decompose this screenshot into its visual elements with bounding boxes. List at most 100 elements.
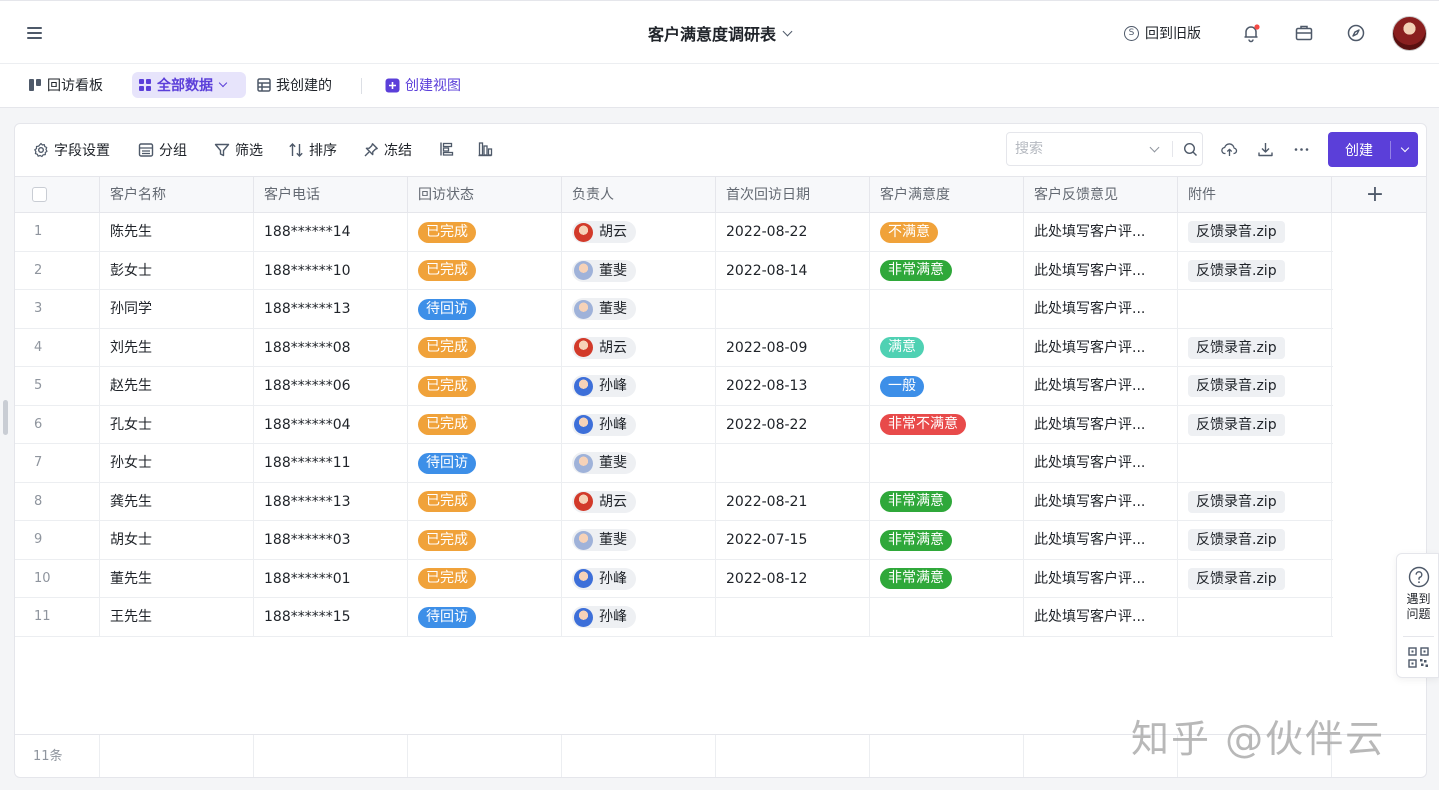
table-row[interactable]: 7 孙女士 188******11 待回访 董斐 此处填写客户评...: [15, 444, 1333, 483]
header-attachment[interactable]: 附件: [1178, 177, 1332, 213]
table-cell[interactable]: [870, 598, 1024, 636]
table-cell[interactable]: 胡云: [562, 482, 716, 521]
table-cell[interactable]: 董斐: [562, 521, 716, 559]
chevron-down-icon[interactable]: [218, 78, 228, 88]
attachment-file[interactable]: 反馈录音.zip: [1188, 336, 1285, 359]
table-cell[interactable]: 10: [15, 559, 100, 598]
table-cell[interactable]: [870, 444, 1024, 482]
table-row[interactable]: 11 王先生 188******15 待回访 孙峰 此处填写客户评...: [15, 598, 1333, 637]
table-cell[interactable]: 9: [15, 521, 100, 559]
table-cell[interactable]: 非常满意: [870, 251, 1024, 290]
qr-code-icon[interactable]: [1408, 647, 1429, 668]
table-cell[interactable]: 孙峰: [562, 598, 716, 636]
table-cell[interactable]: 董斐: [562, 444, 716, 482]
table-cell[interactable]: 待回访: [408, 598, 562, 636]
bar-chart-icon[interactable]: [477, 141, 493, 157]
table-cell[interactable]: 此处填写客户评...: [1024, 598, 1178, 636]
table-cell[interactable]: 已完成: [408, 328, 562, 367]
filter-button[interactable]: 筛选: [214, 140, 263, 160]
table-cell[interactable]: 董先生: [100, 559, 254, 598]
footer-cell[interactable]: [254, 735, 408, 777]
table-row[interactable]: 3 孙同学 188******13 待回访 董斐 此处填写客户评...: [15, 290, 1333, 329]
table-cell[interactable]: 此处填写客户评...: [1024, 328, 1178, 367]
table-cell[interactable]: 已完成: [408, 482, 562, 521]
table-row[interactable]: 8 龚先生 188******13 已完成 胡云 2022-08-21 非常满意 此处填写客户…: [15, 482, 1333, 521]
table-title[interactable]: 客户满意度调研表: [648, 21, 793, 45]
table-cell[interactable]: 孙峰: [562, 559, 716, 598]
table-cell[interactable]: 反馈录音.zip: [1178, 328, 1332, 367]
table-cell[interactable]: 孙峰: [562, 405, 716, 444]
header-phone[interactable]: 客户电话: [254, 177, 408, 213]
table-cell[interactable]: 反馈录音.zip: [1178, 213, 1332, 251]
table-cell[interactable]: 188******08: [254, 328, 408, 367]
table-cell[interactable]: 此处填写客户评...: [1024, 367, 1178, 405]
table-cell[interactable]: 188******15: [254, 598, 408, 636]
table-cell[interactable]: 7: [15, 444, 100, 482]
table-cell[interactable]: 188******13: [254, 290, 408, 328]
compass-icon[interactable]: [1346, 23, 1366, 43]
table-cell[interactable]: 一般: [870, 367, 1024, 405]
bell-icon[interactable]: [1241, 23, 1261, 43]
table-cell[interactable]: 已完成: [408, 559, 562, 598]
table-cell[interactable]: 反馈录音.zip: [1178, 405, 1332, 444]
view-tab-all-data[interactable]: 全部数据: [132, 72, 246, 98]
table-cell[interactable]: 胡女士: [100, 521, 254, 559]
table-cell[interactable]: 董斐: [562, 251, 716, 290]
table-cell[interactable]: 已完成: [408, 367, 562, 405]
attachment-file[interactable]: 反馈录音.zip: [1188, 490, 1285, 513]
table-cell[interactable]: 反馈录音.zip: [1178, 251, 1332, 290]
table-cell[interactable]: 赵先生: [100, 367, 254, 405]
table-cell[interactable]: 反馈录音.zip: [1178, 482, 1332, 521]
table-cell[interactable]: [1178, 444, 1332, 482]
table-cell[interactable]: 188******06: [254, 367, 408, 405]
freeze-button[interactable]: 冻结: [363, 140, 412, 160]
table-cell[interactable]: 2022-07-15: [716, 521, 870, 559]
help-button[interactable]: 遇到 问题: [1397, 566, 1439, 622]
attachment-file[interactable]: 反馈录音.zip: [1188, 529, 1285, 551]
header-satisfaction[interactable]: 客户满意度: [870, 177, 1024, 213]
table-cell[interactable]: 满意: [870, 328, 1024, 367]
table-row[interactable]: 9 胡女士 188******03 已完成 董斐 2022-07-15 非常满意 此处填写客户…: [15, 521, 1333, 560]
table-cell[interactable]: 孙女士: [100, 444, 254, 482]
table-cell[interactable]: 2022-08-12: [716, 559, 870, 598]
table-cell[interactable]: 此处填写客户评...: [1024, 559, 1178, 598]
table-cell[interactable]: 1: [15, 213, 100, 251]
view-tab-mine[interactable]: 我创建的: [251, 72, 338, 98]
sort-button[interactable]: 排序: [288, 140, 337, 160]
table-cell[interactable]: 非常满意: [870, 559, 1024, 598]
search-icon[interactable]: [1183, 142, 1198, 157]
menu-icon[interactable]: [25, 23, 45, 43]
briefcase-icon[interactable]: [1294, 23, 1314, 43]
table-cell[interactable]: 反馈录音.zip: [1178, 367, 1332, 405]
table-cell[interactable]: 刘先生: [100, 328, 254, 367]
search-input[interactable]: [1015, 141, 1145, 157]
table-cell[interactable]: 2022-08-22: [716, 213, 870, 251]
footer-cell[interactable]: [870, 735, 1024, 777]
table-cell[interactable]: 188******10: [254, 251, 408, 290]
table-cell[interactable]: [1178, 290, 1332, 328]
header-name[interactable]: 客户名称: [100, 177, 254, 213]
table-cell[interactable]: 龚先生: [100, 482, 254, 521]
table-cell[interactable]: 非常满意: [870, 521, 1024, 559]
field-settings-button[interactable]: 字段设置: [33, 140, 110, 160]
table-cell[interactable]: 188******14: [254, 213, 408, 251]
table-cell[interactable]: 不满意: [870, 213, 1024, 251]
table-row[interactable]: 10 董先生 188******01 已完成 孙峰 2022-08-12 非常满意 此处填写客…: [15, 559, 1333, 598]
table-row[interactable]: 4 刘先生 188******08 已完成 胡云 2022-08-09 满意 此处填写客户评.…: [15, 328, 1333, 367]
footer-cell[interactable]: [716, 735, 870, 777]
align-icon[interactable]: [439, 141, 455, 157]
table-cell[interactable]: 孙峰: [562, 367, 716, 405]
upload-icon[interactable]: [1221, 141, 1238, 158]
table-cell[interactable]: 董斐: [562, 290, 716, 328]
attachment-file[interactable]: 反馈录音.zip: [1188, 259, 1285, 282]
attachment-file[interactable]: 反馈录音.zip: [1188, 413, 1285, 436]
table-cell[interactable]: 非常满意: [870, 482, 1024, 521]
create-view-button[interactable]: 创建视图: [379, 72, 467, 98]
table-cell[interactable]: 非常不满意: [870, 405, 1024, 444]
table-cell[interactable]: 此处填写客户评...: [1024, 290, 1178, 328]
table-cell[interactable]: 3: [15, 290, 100, 328]
table-row[interactable]: 5 赵先生 188******06 已完成 孙峰 2022-08-13 一般 此处填写客户评.…: [15, 367, 1333, 406]
header-owner[interactable]: 负责人: [562, 177, 716, 213]
table-cell[interactable]: [870, 290, 1024, 328]
table-cell[interactable]: 此处填写客户评...: [1024, 405, 1178, 444]
